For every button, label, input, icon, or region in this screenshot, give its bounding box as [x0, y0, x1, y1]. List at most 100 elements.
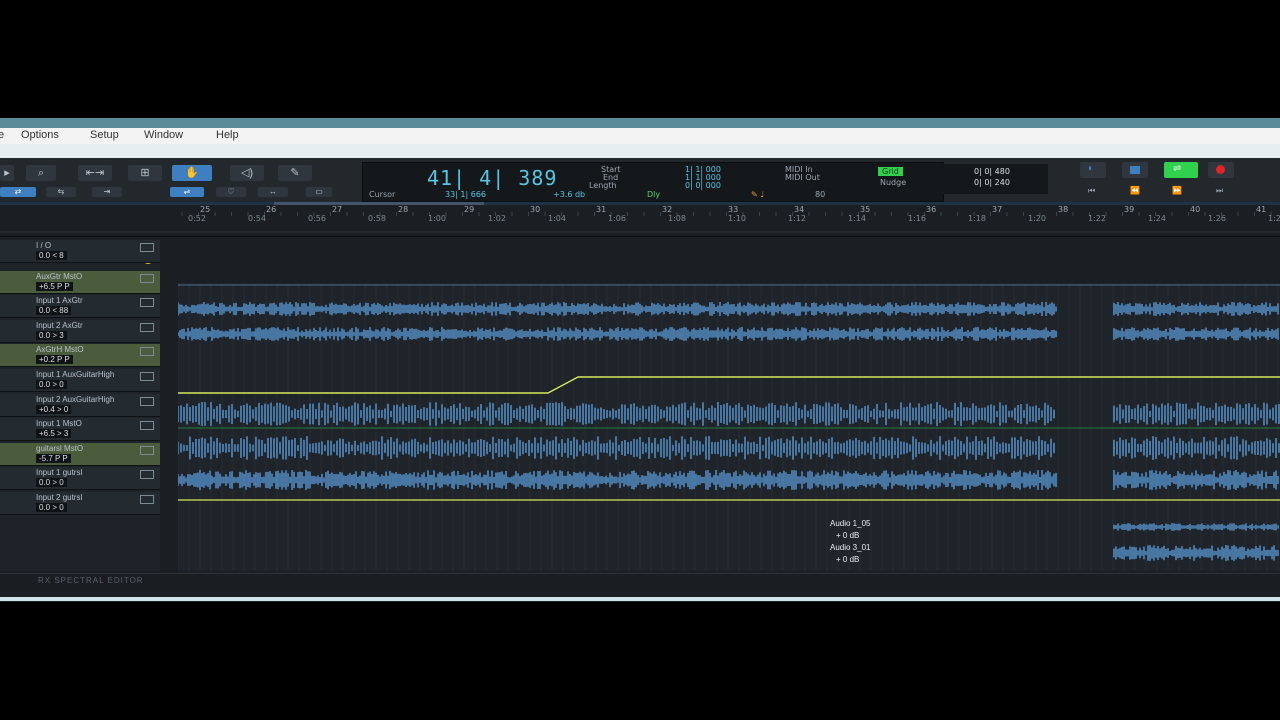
track-row[interactable]: Input 1 AxGtr 0.0 < 88: [0, 295, 160, 319]
track-io-icon[interactable]: [140, 470, 154, 480]
time-label: 1:00: [428, 214, 446, 223]
time-label: 1:06: [608, 214, 626, 223]
track-io-icon[interactable]: [140, 322, 154, 332]
track-name[interactable]: Input 2 AxGtr: [36, 321, 83, 330]
link-button[interactable]: ♡: [216, 187, 246, 197]
select-tool-button[interactable]: ⊞: [128, 165, 162, 181]
track-volume[interactable]: 0.0 > 0: [36, 380, 67, 389]
track-volume[interactable]: 0.0 < 88: [36, 306, 72, 316]
track-volume[interactable]: 0.0 < 8: [36, 251, 67, 260]
go-to-end-icon[interactable]: ⏭: [1216, 186, 1223, 196]
menu-options[interactable]: Options: [21, 129, 59, 141]
time-label: 1:10: [728, 214, 746, 223]
stop-button[interactable]: [1122, 162, 1148, 178]
track-row[interactable]: Input 1 AuxGuitarHigh 0.0 > 0: [0, 369, 160, 392]
nudge-label[interactable]: Nudge: [880, 178, 906, 187]
track-row[interactable]: Input 1 MstO +6.5 > 3: [0, 418, 160, 442]
track-volume[interactable]: 0.0 > 0: [36, 503, 67, 512]
smart-tool-button[interactable]: ⇌: [170, 187, 204, 197]
track-volume[interactable]: +0.2 P P: [36, 355, 73, 365]
track-volume[interactable]: +0.4 > 0: [36, 404, 72, 414]
pencil-tool-button[interactable]: ✎: [278, 165, 312, 181]
track-row[interactable]: Input 1 gutrsl 0.0 > 0: [0, 467, 160, 491]
edit-window[interactable]: Audio 1_05 + 0 dB Audio 3_01 + 0 dB: [178, 283, 1280, 571]
track-volume[interactable]: +6.5 > 3: [36, 429, 72, 439]
menu-strip: [0, 144, 1280, 158]
track-name[interactable]: I / O: [36, 241, 51, 250]
waveform: [1113, 523, 1279, 531]
track-io-icon[interactable]: [140, 495, 154, 504]
track-row[interactable]: AxGtrH MstO +0.2 P P: [0, 344, 160, 368]
track-row[interactable]: Input 2 gutrsl 0.0 > 0: [0, 492, 160, 515]
track-volume[interactable]: 0.0 > 0: [36, 478, 67, 488]
track-name[interactable]: Input 1 MstO: [36, 419, 82, 428]
track-io-icon[interactable]: [140, 347, 154, 357]
keyfocus-button[interactable]: ↔: [258, 187, 288, 197]
clip-name-audio-1[interactable]: Audio 1_05: [830, 519, 870, 528]
track-volume[interactable]: 0.0 > 3: [36, 330, 67, 340]
loop-button[interactable]: ⇌: [1164, 162, 1198, 178]
track-name[interactable]: guitarsl MstO: [36, 444, 83, 453]
track-name[interactable]: AuxGtr MstO: [36, 272, 82, 281]
dly-label[interactable]: Dly: [647, 190, 660, 199]
grid-label[interactable]: Grid: [878, 167, 903, 176]
track-io-icon[interactable]: [140, 273, 154, 283]
clip-name-audio-3[interactable]: Audio 3_01: [830, 543, 870, 552]
conductor-icon[interactable]: ✎ ♩: [751, 190, 764, 199]
track-name[interactable]: Input 1 AuxGuitarHigh: [36, 370, 114, 379]
menu-setup[interactable]: Setup: [90, 129, 119, 141]
track-io-icon[interactable]: [140, 445, 154, 455]
trim-tool-button[interactable]: ⇤⇥: [78, 165, 112, 181]
main-counter[interactable]: 41| 4| 389: [427, 166, 557, 190]
track-row[interactable]: I / O 0.0 < 8: [0, 240, 160, 263]
return-to-zero-icon[interactable]: ⏮: [1088, 186, 1095, 196]
edit-mode-slip[interactable]: ⇆: [46, 187, 76, 197]
nudge-value[interactable]: 0| 0| 240: [974, 178, 1010, 187]
track-io-icon[interactable]: [140, 372, 154, 381]
bar-number-40: 40: [1190, 205, 1201, 214]
timeline-ruler[interactable]: 25 26 27 28 29 30 31 32 33 34 35 36 37 38 39 40 41 0:52 0…: [0, 202, 1280, 237]
time-label: 1:28: [1268, 214, 1280, 223]
track-row[interactable]: guitarsl MstO -5.7 P P: [0, 442, 160, 466]
rewind-icon[interactable]: ⏪: [1130, 186, 1140, 195]
track-io-icon[interactable]: [140, 396, 154, 406]
track-name[interactable]: Input 1 AxGtr: [36, 296, 83, 305]
waveform-canvas[interactable]: [178, 283, 1280, 571]
track-io-icon[interactable]: [140, 243, 154, 252]
track-volume[interactable]: +6.5 P P: [36, 281, 73, 291]
zoom-button[interactable]: ⌕: [26, 165, 56, 181]
menu-help[interactable]: Help: [216, 129, 239, 141]
tempo-value[interactable]: 80: [815, 190, 825, 199]
track-row[interactable]: AuxGtr MstO +6.5 P P: [0, 270, 160, 294]
track-io-icon[interactable]: [140, 421, 154, 431]
track-row[interactable]: Input 2 AxGtr 0.0 > 3: [0, 319, 160, 343]
track-name[interactable]: Input 2 AuxGuitarHigh: [36, 395, 114, 404]
track-row[interactable]: Input 2 AuxGuitarHigh +0.4 > 0: [0, 393, 160, 417]
selector-icon: ⊞: [140, 167, 150, 179]
menu-window[interactable]: Window: [144, 129, 183, 141]
edit-mode-spot[interactable]: ⇥: [92, 187, 122, 197]
grabber-tool-button[interactable]: ✋: [172, 165, 212, 181]
online-button[interactable]: ◐: [1080, 162, 1106, 178]
mode-button[interactable]: ▸: [0, 165, 14, 181]
track-name[interactable]: AxGtrH MstO: [36, 345, 84, 354]
fast-forward-icon[interactable]: ⏩: [1172, 186, 1182, 195]
clip-gain-audio-3[interactable]: + 0 dB: [836, 555, 859, 564]
record-button[interactable]: [1208, 162, 1234, 178]
clip-gain-audio-1[interactable]: + 0 dB: [836, 531, 859, 540]
track-volume[interactable]: -5.7 P P: [36, 453, 71, 463]
track-io-icon[interactable]: [140, 298, 154, 308]
bar-number-26: 26: [266, 205, 277, 214]
scrub-tool-button[interactable]: ◁): [230, 165, 264, 181]
rx-spectral-editor-tab[interactable]: RX SPECTRAL EDITOR: [38, 576, 144, 585]
track-name[interactable]: Input 1 gutrsl: [36, 468, 82, 477]
record-icon: [1216, 165, 1225, 174]
pencil-icon: ✎: [290, 167, 300, 179]
time-label: 0:52: [188, 214, 206, 223]
grid-value[interactable]: 0| 0| 480: [974, 167, 1010, 176]
time-label: 1:26: [1208, 214, 1226, 223]
length-value[interactable]: 0| 0| 000: [685, 181, 721, 190]
track-name[interactable]: Input 2 gutrsl: [36, 493, 82, 502]
edit-mode-shuffle[interactable]: ⇄: [0, 187, 36, 197]
grid-button[interactable]: ▭: [306, 187, 332, 197]
